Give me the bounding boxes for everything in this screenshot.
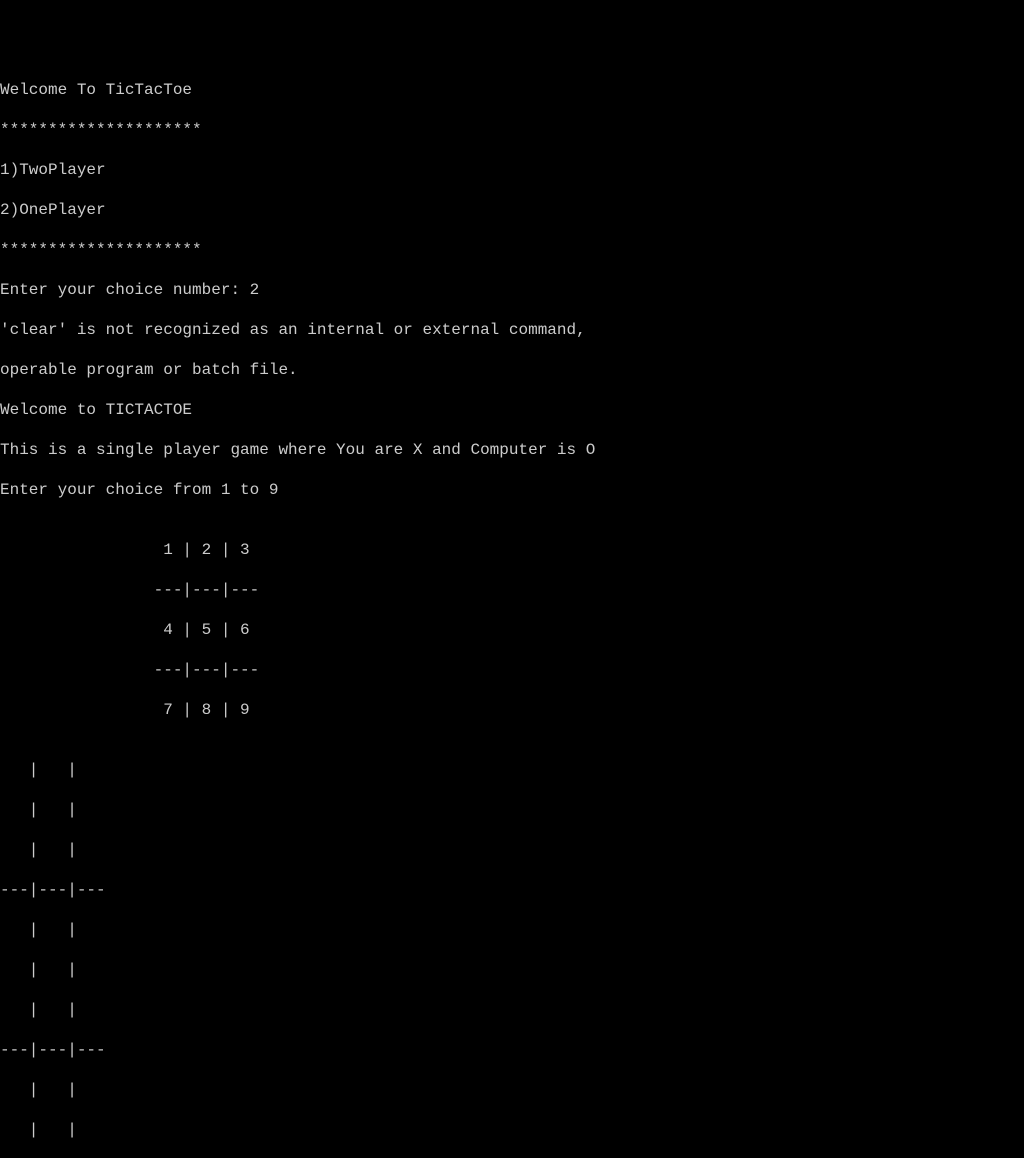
error-message-line1: 'clear' is not recognized as an internal… [0,320,1024,340]
choice-prompt-with-input: Enter your choice number: 2 [0,280,1024,300]
board-guide-row: 4 | 5 | 6 [0,620,1024,640]
game-description: This is a single player game where You a… [0,440,1024,460]
empty-board-separator: ---|---|--- [0,880,1024,900]
empty-board-separator: ---|---|--- [0,1040,1024,1060]
board-guide-separator: ---|---|--- [0,580,1024,600]
menu-option-oneplayer: 2)OnePlayer [0,200,1024,220]
empty-board-row: | | [0,760,1024,780]
menu-option-twoplayer: 1)TwoPlayer [0,160,1024,180]
empty-board-row: | | [0,920,1024,940]
empty-board-row: | | [0,840,1024,860]
board-guide-row: 1 | 2 | 3 [0,540,1024,560]
empty-board-row: | | [0,1080,1024,1100]
error-message-line2: operable program or batch file. [0,360,1024,380]
separator: ********************* [0,240,1024,260]
empty-board-row: | | [0,960,1024,980]
empty-board-row: | | [0,800,1024,820]
empty-board-row: | | [0,1120,1024,1140]
separator: ********************* [0,120,1024,140]
board-guide-separator: ---|---|--- [0,660,1024,680]
welcome-game-title: Welcome to TICTACTOE [0,400,1024,420]
welcome-title: Welcome To TicTacToe [0,80,1024,100]
empty-board-row: | | [0,1000,1024,1020]
board-guide-row: 7 | 8 | 9 [0,700,1024,720]
choice-instruction: Enter your choice from 1 to 9 [0,480,1024,500]
